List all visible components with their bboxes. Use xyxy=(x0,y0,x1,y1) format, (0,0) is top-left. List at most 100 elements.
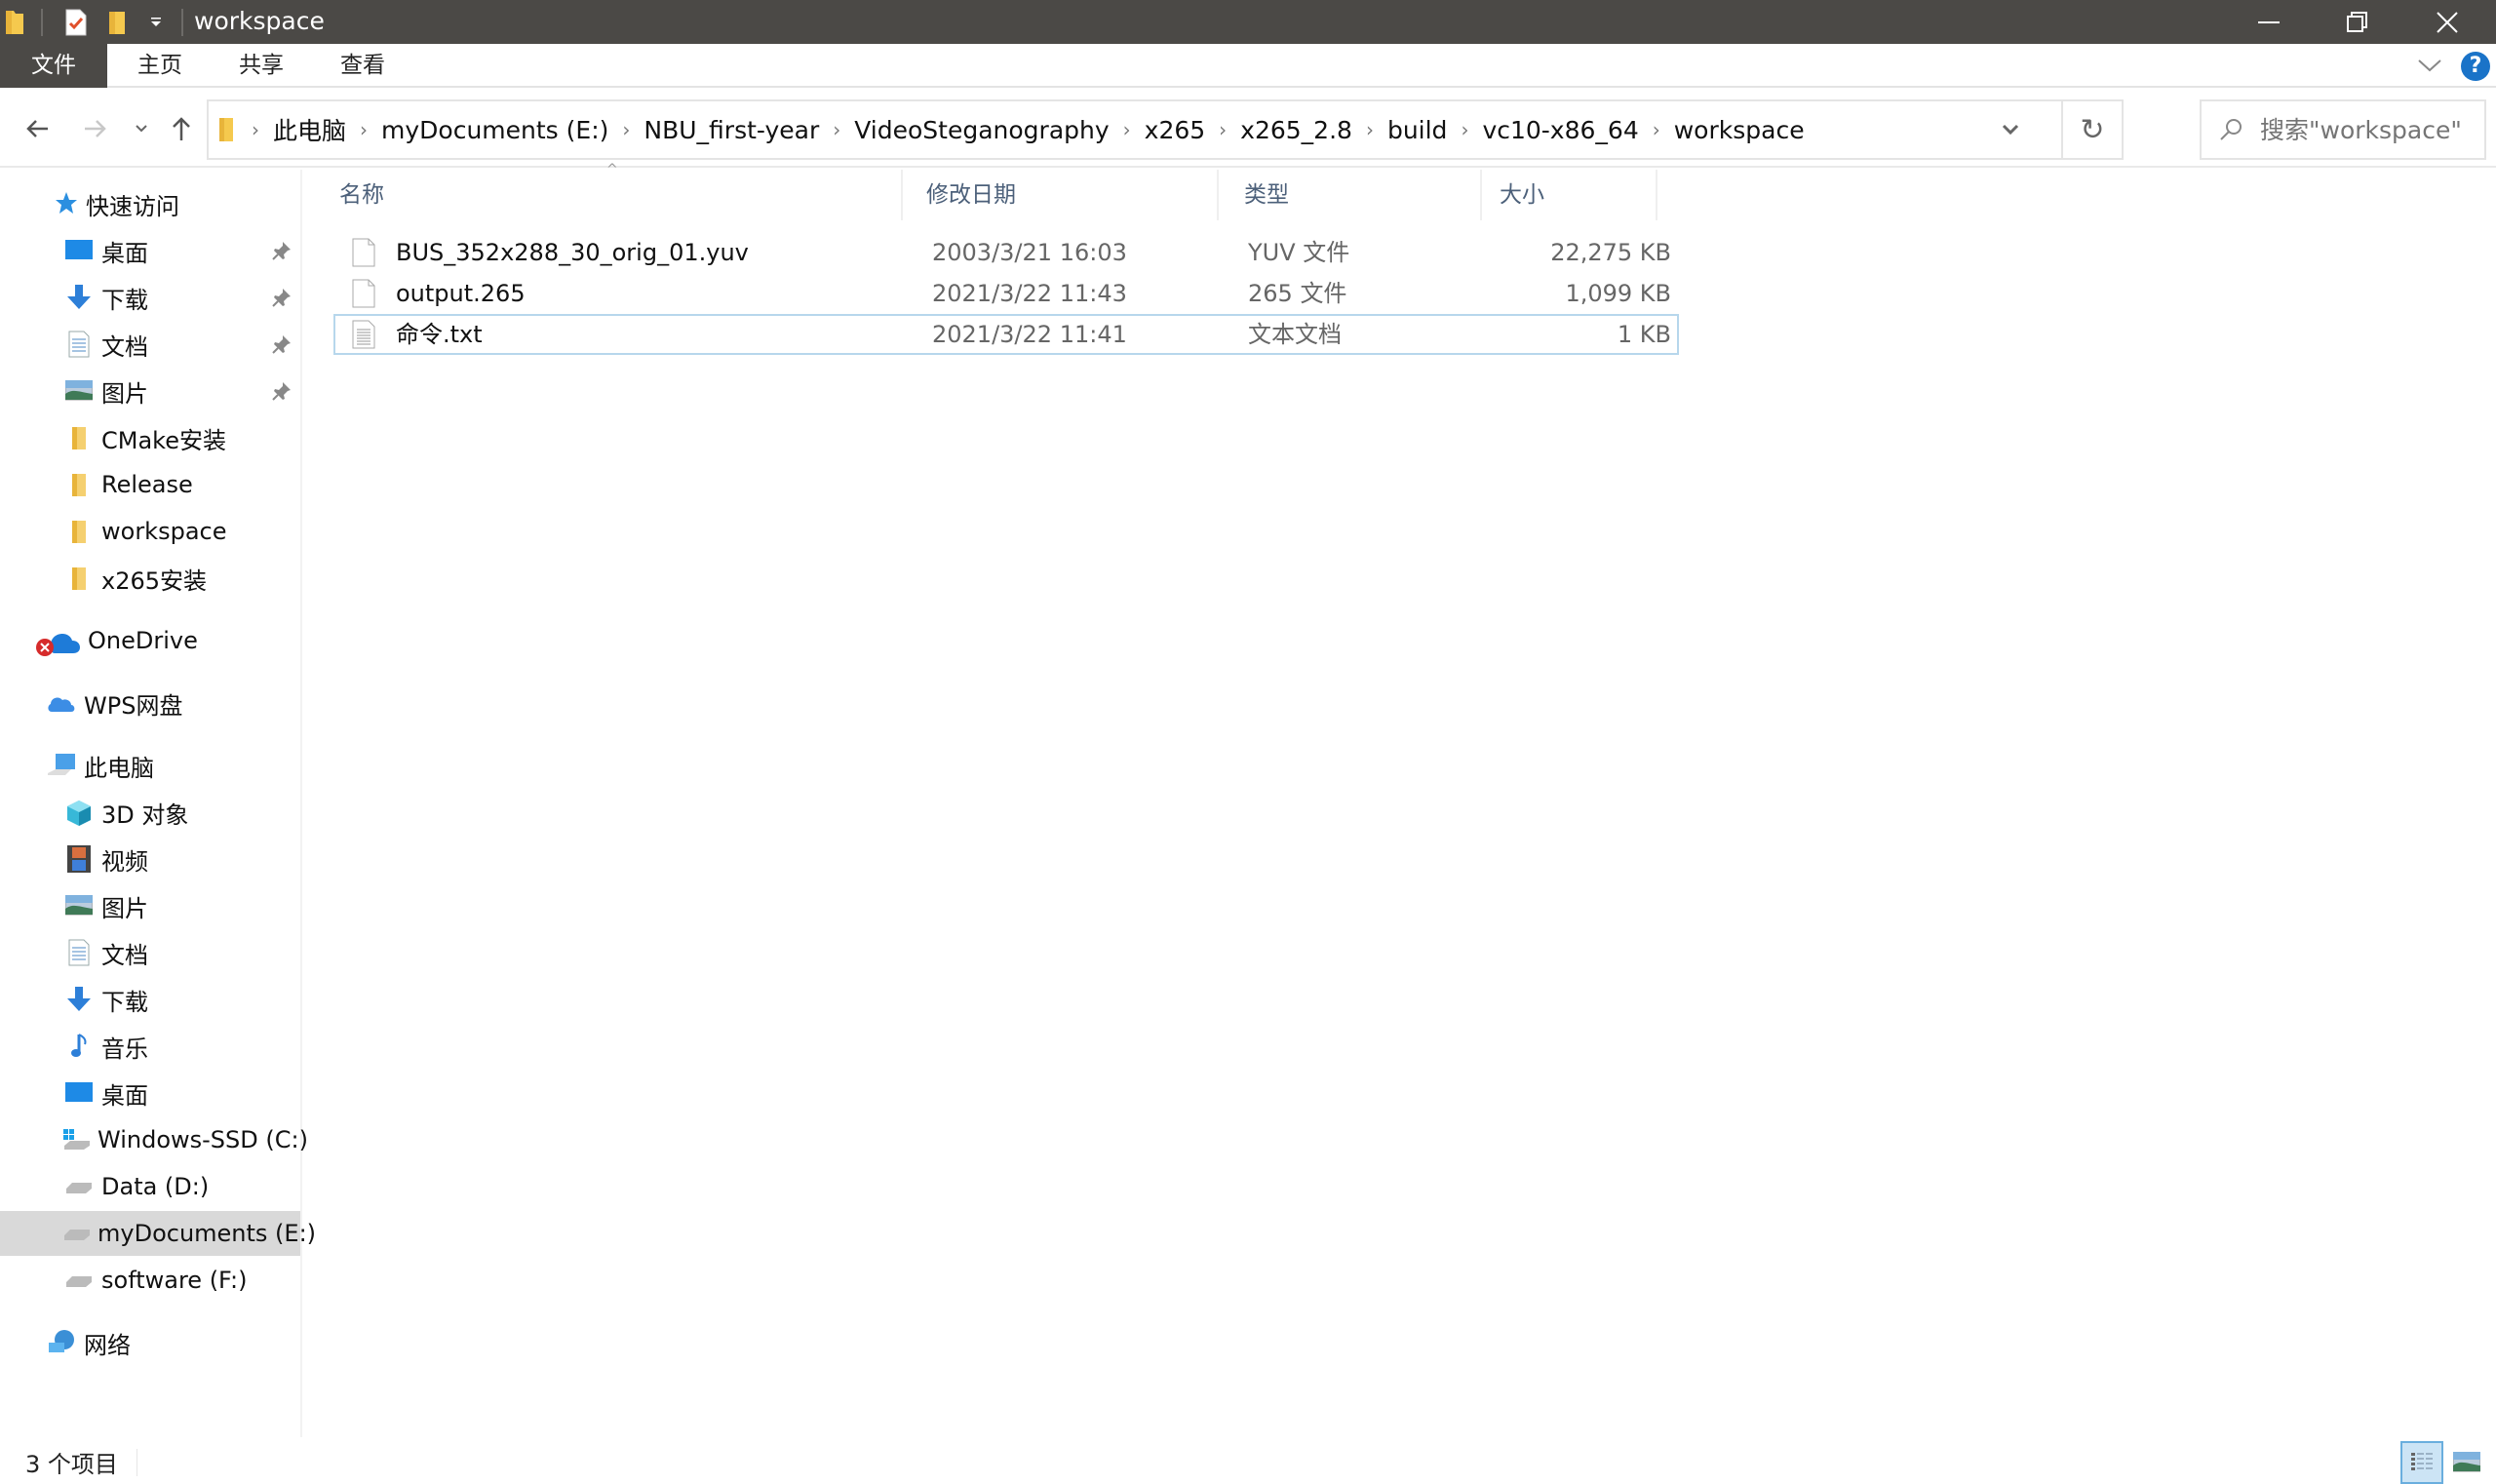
breadcrumb-item[interactable]: build xyxy=(1387,116,1447,144)
cloud-icon xyxy=(45,686,78,720)
sidebar-item-wps-drive[interactable]: WPS网盘 xyxy=(0,681,300,725)
column-header-size[interactable]: 大小 xyxy=(1484,170,1659,220)
breadcrumb-item[interactable]: x265_2.8 xyxy=(1240,116,1352,144)
up-button[interactable] xyxy=(164,109,199,148)
sidebar-item-drive-c[interactable]: Windows-SSD (C:) xyxy=(0,1117,308,1162)
sidebar-item-quick-access[interactable]: 快速访问 xyxy=(0,181,300,226)
sidebar-item-network[interactable]: 网络 xyxy=(0,1320,300,1365)
sidebar-item-drive-d[interactable]: Data (D:) xyxy=(0,1164,300,1209)
windows-drive-icon xyxy=(62,1123,92,1156)
breadcrumb-item[interactable]: workspace xyxy=(1674,116,1805,144)
sidebar-item-desktop[interactable]: 桌面 xyxy=(0,1071,300,1115)
sidebar-item-label: 下载 xyxy=(101,988,148,1016)
address-bar[interactable]: › 此电脑 › myDocuments (E:) › NBU_first-yea… xyxy=(207,99,2124,160)
sidebar-item-pictures[interactable]: 图片 xyxy=(0,883,300,928)
folder-icon xyxy=(62,468,96,501)
tab-share[interactable]: 共享 xyxy=(222,44,300,88)
file-row[interactable]: output.265 2021/3/22 11:43 265 文件 1,099 … xyxy=(333,273,1679,314)
chevron-right-icon[interactable]: › xyxy=(1123,118,1131,141)
recent-locations-button[interactable] xyxy=(129,109,154,148)
pin-icon[interactable] xyxy=(271,240,292,267)
forward-button[interactable] xyxy=(76,109,115,148)
chevron-right-icon[interactable]: › xyxy=(360,118,368,141)
sidebar-item-drive-e[interactable]: myDocuments (E:) xyxy=(0,1211,316,1256)
pin-icon[interactable] xyxy=(271,333,292,361)
pin-icon[interactable] xyxy=(271,380,292,408)
restore-button[interactable] xyxy=(2313,0,2402,44)
sidebar-item-folder[interactable]: x265安装 xyxy=(0,556,300,601)
sidebar-item-label: 下载 xyxy=(101,286,148,314)
help-icon: ? xyxy=(2469,54,2482,78)
sidebar-item-label: 网络 xyxy=(84,1331,131,1359)
column-divider[interactable] xyxy=(1656,170,1658,220)
minimize-icon xyxy=(2258,20,2280,23)
expand-ribbon-button[interactable] xyxy=(2416,54,2443,81)
file-row[interactable]: BUS_352x288_30_orig_01.yuv 2003/3/21 16:… xyxy=(333,232,1679,273)
desktop-icon xyxy=(62,1076,96,1110)
text-file-icon xyxy=(349,318,378,351)
chevron-right-icon[interactable]: › xyxy=(1461,118,1468,141)
breadcrumb-item[interactable]: x265 xyxy=(1145,116,1206,144)
chevron-right-icon[interactable]: › xyxy=(1366,118,1374,141)
chevron-right-icon[interactable]: › xyxy=(1219,118,1227,141)
column-header-name[interactable]: 名称 xyxy=(304,170,903,220)
file-size: 1 KB xyxy=(1617,321,1671,348)
address-history-dropdown[interactable] xyxy=(1981,101,2040,158)
sidebar-item-music[interactable]: 音乐 xyxy=(0,1024,300,1069)
chevron-right-icon[interactable]: › xyxy=(1653,118,1660,141)
tab-file[interactable]: 文件 xyxy=(0,44,107,88)
column-header-type[interactable]: 类型 xyxy=(1221,170,1484,220)
breadcrumb-item[interactable]: NBU_first-year xyxy=(644,116,819,144)
refresh-button[interactable]: ↻ xyxy=(2061,101,2122,158)
close-button[interactable] xyxy=(2402,0,2492,44)
chevron-right-icon[interactable]: › xyxy=(833,118,840,141)
minimize-button[interactable] xyxy=(2225,0,2315,44)
file-date: 2021/3/22 11:41 xyxy=(932,321,1127,348)
pictures-icon xyxy=(2453,1452,2480,1472)
sidebar-item-folder[interactable]: CMake安装 xyxy=(0,415,300,460)
sidebar-item-this-pc[interactable]: 此电脑 xyxy=(0,743,300,788)
large-icons-view-button[interactable] xyxy=(2445,1441,2488,1484)
file-list[interactable]: ^ 名称 修改日期 类型 大小 BUS_352x288_30_orig_01.y… xyxy=(304,162,2496,1437)
breadcrumb-item[interactable]: myDocuments (E:) xyxy=(381,116,608,144)
search-input[interactable] xyxy=(2260,115,2475,144)
navigation-pane[interactable]: 快速访问 桌面 下载 文档 图片 CMake安装 Release workspa… xyxy=(0,170,316,1437)
new-folder-icon[interactable] xyxy=(107,8,127,37)
sidebar-item-downloads[interactable]: 下载 xyxy=(0,275,300,320)
sidebar-item-documents[interactable]: 文档 xyxy=(0,930,300,975)
breadcrumb-item[interactable]: 此电脑 xyxy=(273,112,346,147)
file-row[interactable]: 命令.txt 2021/3/22 11:41 文本文档 1 KB xyxy=(333,314,1679,355)
sidebar-item-folder[interactable]: Release xyxy=(0,462,300,507)
customize-toolbar-dropdown[interactable] xyxy=(148,8,164,37)
sidebar-item-downloads[interactable]: 下载 xyxy=(0,977,300,1022)
sidebar-item-documents[interactable]: 文档 xyxy=(0,322,300,367)
tab-view[interactable]: 查看 xyxy=(324,44,402,88)
breadcrumb-item[interactable]: VideoSteganography xyxy=(854,116,1109,144)
sidebar-item-desktop[interactable]: 桌面 xyxy=(0,228,300,273)
breadcrumb-item[interactable]: vc10-x86_64 xyxy=(1482,116,1638,144)
properties-icon[interactable] xyxy=(64,8,88,37)
column-divider[interactable] xyxy=(1480,170,1482,220)
pin-icon[interactable] xyxy=(271,287,292,314)
chevron-right-icon[interactable]: › xyxy=(252,118,259,141)
sidebar-item-folder[interactable]: workspace xyxy=(0,509,300,554)
column-divider[interactable] xyxy=(1217,170,1219,220)
chevron-right-icon[interactable]: › xyxy=(622,118,630,141)
column-header-date[interactable]: 修改日期 xyxy=(903,170,1221,220)
tab-home[interactable]: 主页 xyxy=(121,44,199,88)
file-name: BUS_352x288_30_orig_01.yuv xyxy=(349,234,749,271)
download-icon xyxy=(62,983,96,1016)
sidebar-item-label: 3D 对象 xyxy=(101,801,189,829)
drive-icon xyxy=(62,1217,92,1250)
sidebar-item-onedrive[interactable]: OneDrive xyxy=(0,618,300,663)
search-box[interactable] xyxy=(2200,99,2486,160)
help-button[interactable]: ? xyxy=(2461,52,2490,81)
sidebar-item-pictures[interactable]: 图片 xyxy=(0,369,300,413)
details-view-button[interactable] xyxy=(2400,1441,2443,1484)
sidebar-item-3d-objects[interactable]: 3D 对象 xyxy=(0,790,300,835)
sidebar-item-drive-f[interactable]: software (F:) xyxy=(0,1258,300,1303)
sidebar-item-videos[interactable]: 视频 xyxy=(0,837,300,881)
back-button[interactable] xyxy=(18,109,57,148)
file-name: output.265 xyxy=(349,275,526,312)
arrow-right-icon xyxy=(85,120,106,137)
